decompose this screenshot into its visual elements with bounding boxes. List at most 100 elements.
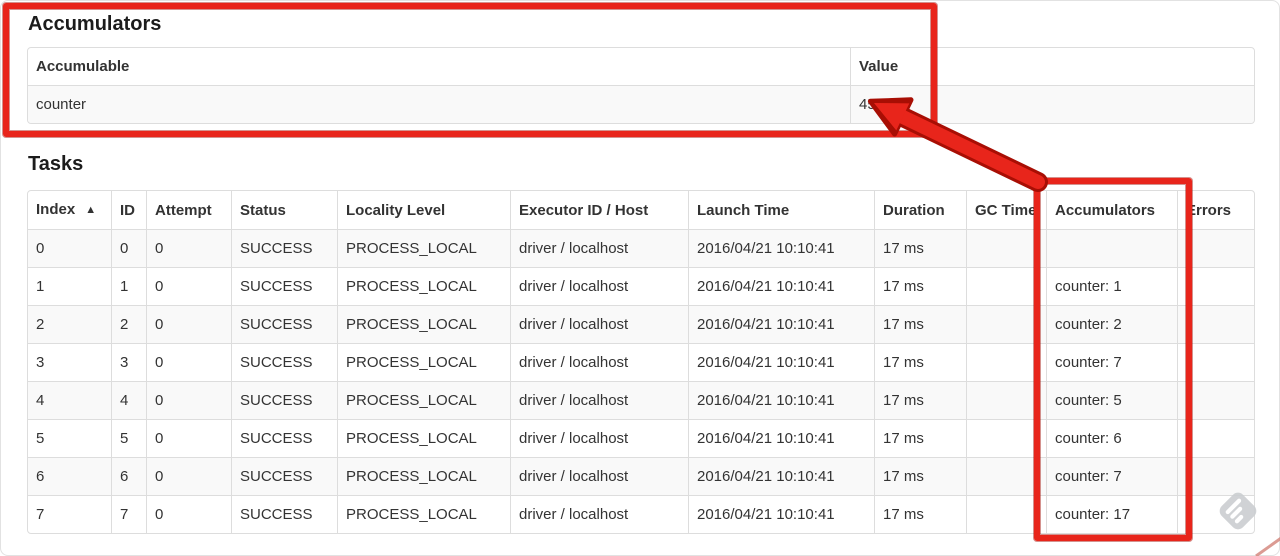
- cell-executor-id-host: driver / localhost: [510, 229, 688, 267]
- cell-id: 7: [111, 495, 146, 533]
- cell-attempt: 0: [146, 267, 231, 305]
- table-row: 6 6 0 SUCCESS PROCESS_LOCAL driver / localhos…: [28, 457, 1254, 495]
- cell-launch-time: 2016/04/21 10:10:41: [688, 419, 874, 457]
- cell-executor-id-host: driver / localhost: [510, 267, 688, 305]
- col-header-executor-id-host[interactable]: Executor ID / Host: [510, 191, 688, 229]
- cell-accumulable: counter: [28, 85, 850, 123]
- cell-duration: 17 ms: [874, 267, 966, 305]
- cell-errors: [1177, 305, 1254, 343]
- table-row: 2 2 0 SUCCESS PROCESS_LOCAL driver / localhos…: [28, 305, 1254, 343]
- cell-errors: [1177, 419, 1254, 457]
- cell-errors: [1177, 457, 1254, 495]
- cell-accumulators: counter: 6: [1046, 419, 1177, 457]
- cell-index: 1: [28, 267, 111, 305]
- cell-duration: 17 ms: [874, 419, 966, 457]
- col-header-value: Value: [850, 48, 1254, 85]
- table-row: 3 3 0 SUCCESS PROCESS_LOCAL driver / localhos…: [28, 343, 1254, 381]
- cell-id: 4: [111, 381, 146, 419]
- cell-status: SUCCESS: [231, 229, 337, 267]
- cell-launch-time: 2016/04/21 10:10:41: [688, 305, 874, 343]
- cell-errors: [1177, 267, 1254, 305]
- cell-locality-level: PROCESS_LOCAL: [337, 381, 510, 419]
- cell-executor-id-host: driver / localhost: [510, 495, 688, 533]
- cell-duration: 17 ms: [874, 343, 966, 381]
- col-header-errors[interactable]: Errors: [1177, 191, 1254, 229]
- cell-launch-time: 2016/04/21 10:10:41: [688, 229, 874, 267]
- spark-ui-page: Accumulators Accumulable Value counter 45 …: [0, 0, 1280, 556]
- col-header-accumulable: Accumulable: [28, 48, 850, 85]
- cell-index: 6: [28, 457, 111, 495]
- cell-locality-level: PROCESS_LOCAL: [337, 267, 510, 305]
- cell-locality-level: PROCESS_LOCAL: [337, 495, 510, 533]
- cell-status: SUCCESS: [231, 267, 337, 305]
- cell-gc-time: [966, 381, 1046, 419]
- cell-errors: [1177, 495, 1254, 533]
- cell-gc-time: [966, 457, 1046, 495]
- cell-accumulators: counter: 5: [1046, 381, 1177, 419]
- cell-executor-id-host: driver / localhost: [510, 343, 688, 381]
- cell-duration: 17 ms: [874, 305, 966, 343]
- accumulators-table-body: counter 45: [28, 85, 1254, 123]
- cell-errors: [1177, 229, 1254, 267]
- cell-accumulators: counter: 7: [1046, 457, 1177, 495]
- col-header-locality-level[interactable]: Locality Level: [337, 191, 510, 229]
- header-row: Index ▲ ID Attempt Status Locality Level Execu…: [28, 191, 1254, 229]
- sort-ascending-icon: ▲: [85, 204, 97, 216]
- cell-locality-level: PROCESS_LOCAL: [337, 343, 510, 381]
- cell-accumulators: counter: 7: [1046, 343, 1177, 381]
- cell-gc-time: [966, 305, 1046, 343]
- cell-gc-time: [966, 495, 1046, 533]
- cell-gc-time: [966, 229, 1046, 267]
- cell-value: 45: [850, 85, 1254, 123]
- cell-gc-time: [966, 343, 1046, 381]
- cell-status: SUCCESS: [231, 457, 337, 495]
- table-row: 1 1 0 SUCCESS PROCESS_LOCAL driver / localhos…: [28, 267, 1254, 305]
- cell-attempt: 0: [146, 381, 231, 419]
- col-header-attempt[interactable]: Attempt: [146, 191, 231, 229]
- cell-attempt: 0: [146, 457, 231, 495]
- cell-accumulators: counter: 17: [1046, 495, 1177, 533]
- cell-status: SUCCESS: [231, 381, 337, 419]
- col-header-gc-time[interactable]: GC Time: [966, 191, 1046, 229]
- cell-locality-level: PROCESS_LOCAL: [337, 419, 510, 457]
- col-header-duration[interactable]: Duration: [874, 191, 966, 229]
- table-row: 5 5 0 SUCCESS PROCESS_LOCAL driver / localhos…: [28, 419, 1254, 457]
- cell-index: 2: [28, 305, 111, 343]
- cell-duration: 17 ms: [874, 229, 966, 267]
- cell-attempt: 0: [146, 419, 231, 457]
- cell-locality-level: PROCESS_LOCAL: [337, 457, 510, 495]
- cell-launch-time: 2016/04/21 10:10:41: [688, 381, 874, 419]
- cell-attempt: 0: [146, 343, 231, 381]
- cell-gc-time: [966, 419, 1046, 457]
- cell-errors: [1177, 381, 1254, 419]
- cell-executor-id-host: driver / localhost: [510, 305, 688, 343]
- cell-index: 0: [28, 229, 111, 267]
- cell-launch-time: 2016/04/21 10:10:41: [688, 267, 874, 305]
- cell-locality-level: PROCESS_LOCAL: [337, 305, 510, 343]
- table-row: 0 0 0 SUCCESS PROCESS_LOCAL driver / localhos…: [28, 229, 1254, 267]
- tasks-heading: Tasks: [28, 153, 84, 175]
- cell-id: 6: [111, 457, 146, 495]
- cell-launch-time: 2016/04/21 10:10:41: [688, 343, 874, 381]
- cell-errors: [1177, 343, 1254, 381]
- cell-id: 2: [111, 305, 146, 343]
- cell-executor-id-host: driver / localhost: [510, 381, 688, 419]
- col-header-accumulators[interactable]: Accumulators: [1046, 191, 1177, 229]
- tasks-table: Index ▲ ID Attempt Status Locality Level Execu…: [27, 190, 1255, 534]
- cell-index: 7: [28, 495, 111, 533]
- tasks-table-body: 0 0 0 SUCCESS PROCESS_LOCAL driver / localhos…: [28, 229, 1254, 533]
- table-row: 7 7 0 SUCCESS PROCESS_LOCAL driver / localhos…: [28, 495, 1254, 533]
- col-header-status[interactable]: Status: [231, 191, 337, 229]
- col-header-launch-time[interactable]: Launch Time: [688, 191, 874, 229]
- col-header-index[interactable]: Index ▲: [28, 191, 111, 229]
- cell-index: 5: [28, 419, 111, 457]
- table-row: 4 4 0 SUCCESS PROCESS_LOCAL driver / localhos…: [28, 381, 1254, 419]
- cell-duration: 17 ms: [874, 495, 966, 533]
- cell-status: SUCCESS: [231, 419, 337, 457]
- accumulators-heading: Accumulators: [28, 13, 162, 35]
- cell-status: SUCCESS: [231, 495, 337, 533]
- cell-index: 4: [28, 381, 111, 419]
- col-header-id[interactable]: ID: [111, 191, 146, 229]
- cell-id: 3: [111, 343, 146, 381]
- cell-status: SUCCESS: [231, 343, 337, 381]
